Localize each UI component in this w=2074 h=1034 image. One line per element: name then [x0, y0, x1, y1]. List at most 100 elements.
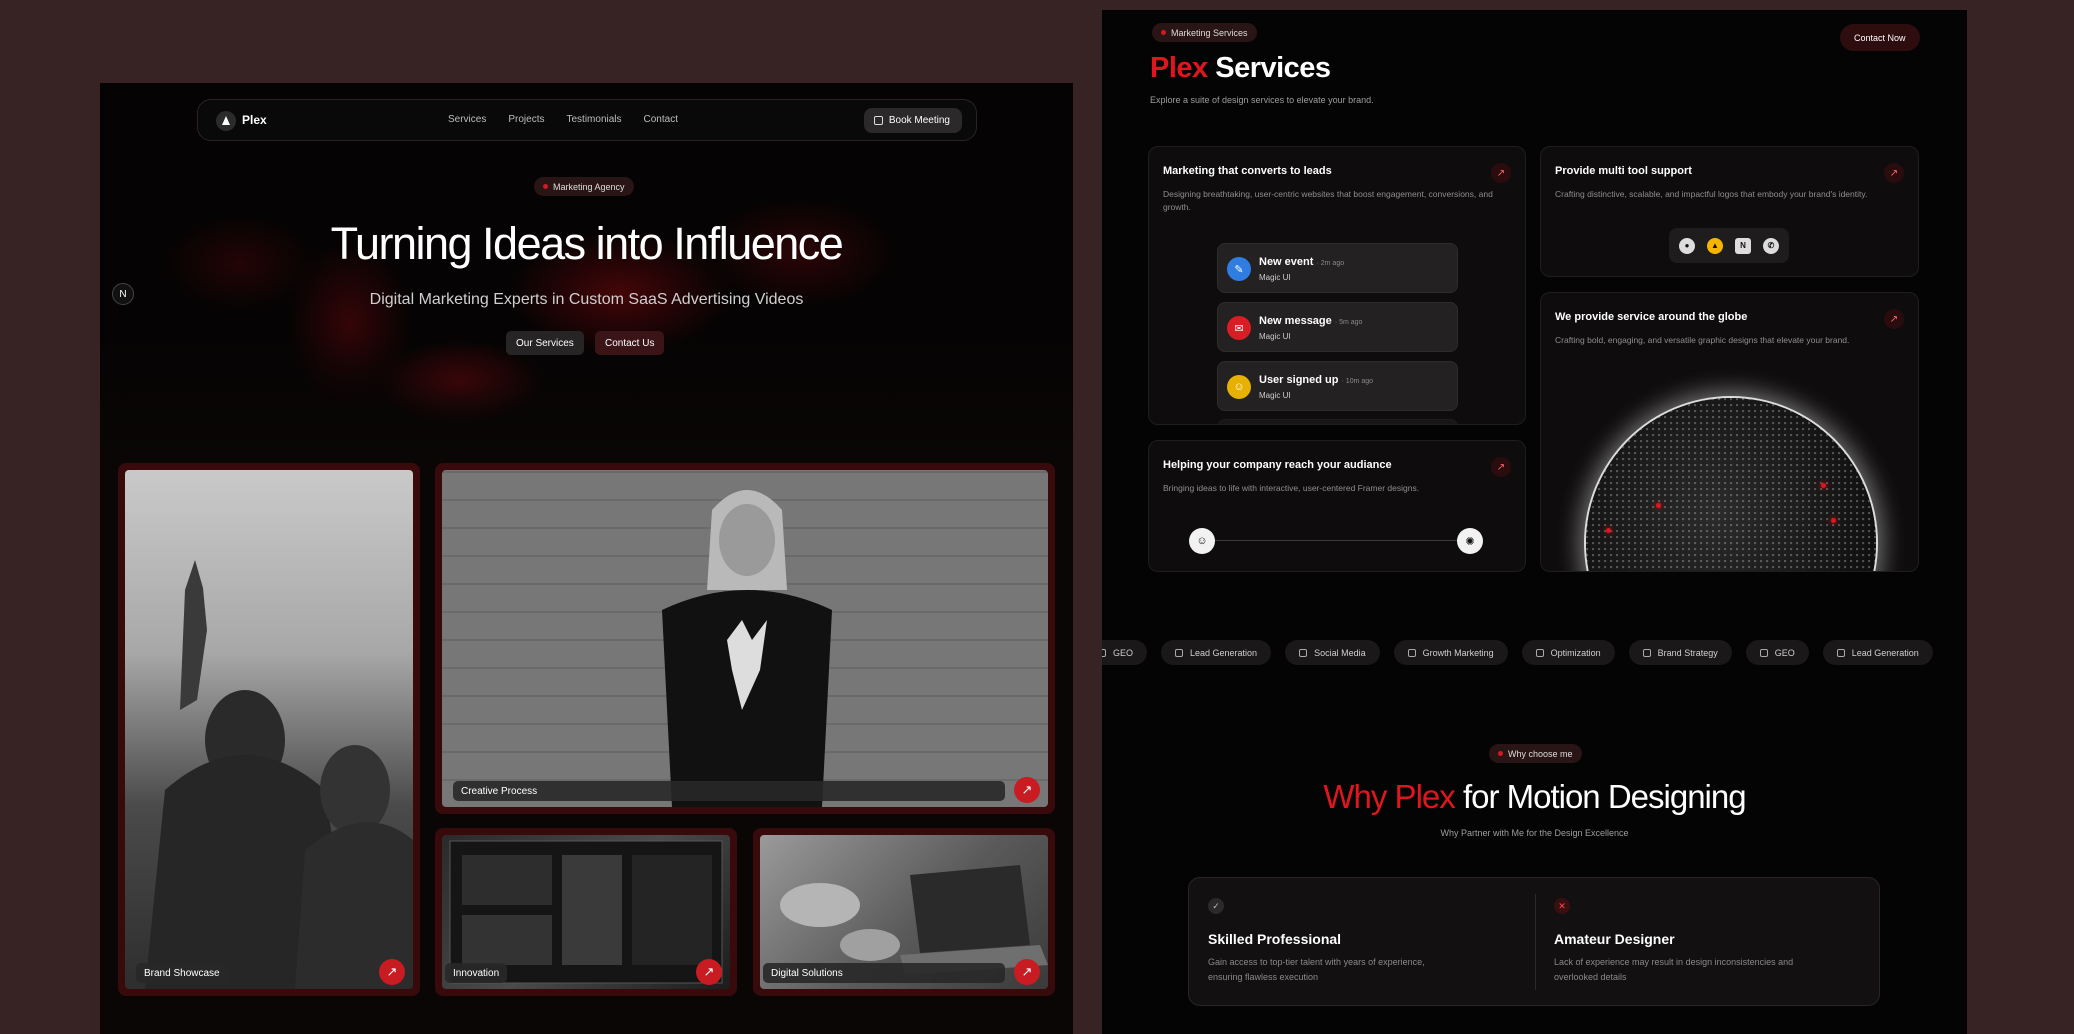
crowd-silhouette-image: [145, 560, 413, 989]
hero-title: Turning Ideas into Influence: [330, 218, 844, 269]
badge-dot-icon: [1161, 30, 1166, 35]
service-card-title: We provide service around the globe: [1555, 311, 1748, 323]
card-label: Creative Process: [453, 781, 1005, 801]
lead-generation-icon: [1836, 648, 1845, 657]
badge-dot-icon: [1498, 751, 1503, 756]
arrow-up-right-icon[interactable]: ↗: [1491, 457, 1511, 477]
nav-link-testimonials[interactable]: Testimonials: [566, 114, 621, 125]
calendar-icon: [873, 116, 883, 125]
service-card-title: Provide multi tool support: [1555, 165, 1692, 177]
why-badge: Why choose me: [1489, 744, 1582, 763]
project-image: [125, 470, 413, 989]
n-logo-icon[interactable]: N: [112, 283, 134, 305]
why-subtitle: Why Partner with Me for the Design Excel…: [1440, 828, 1629, 838]
landing-page: Plex Services Projects Testimonials Cont…: [100, 83, 1073, 1034]
ticker-chip: Lead Generation: [1822, 640, 1933, 665]
arrow-up-right-icon[interactable]: ↗: [379, 959, 405, 985]
badge-dot-icon: [543, 184, 548, 189]
brand-name[interactable]: Plex: [242, 113, 267, 127]
service-card-leads[interactable]: Marketing that converts to leads Designi…: [1148, 146, 1526, 425]
service-card-tools[interactable]: Provide multi tool support Crafting dist…: [1540, 146, 1919, 277]
x-icon: ✕: [1554, 898, 1570, 914]
ticker-chip: GEO: [1102, 640, 1148, 665]
tool-icons: ● ▲ N ✆: [1669, 228, 1789, 263]
ticker-chip: Brand Strategy: [1628, 640, 1732, 665]
our-services-button[interactable]: Our Services: [506, 331, 584, 355]
geo-icon: [1759, 648, 1768, 657]
nav-link-services[interactable]: Services: [448, 114, 486, 125]
project-card-innovation[interactable]: Innovation ↗: [435, 828, 737, 996]
ticker-chip: Optimization: [1521, 640, 1615, 665]
card-label: Innovation: [445, 963, 508, 983]
notification-item: ✎ New event · 2m ago Magic UI: [1217, 243, 1458, 293]
services-subtitle: Explore a suite of design services to el…: [1150, 95, 1374, 105]
nav-link-projects[interactable]: Projects: [508, 114, 544, 125]
growth-marketing-icon: [1407, 648, 1416, 657]
service-card-desc: Crafting bold, engaging, and versatile g…: [1555, 335, 1850, 345]
check-icon: ✓: [1208, 898, 1224, 914]
comparison-card: ✓ Skilled Professional Gain access to to…: [1188, 877, 1880, 1006]
notion-icon[interactable]: N: [1735, 237, 1751, 254]
service-card-desc: Designing breathtaking, user-centric web…: [1163, 189, 1493, 212]
card-label: Digital Solutions: [763, 963, 1005, 983]
social-media-icon: [1299, 648, 1308, 657]
notification-item: ☺ User signed up · 10m ago Magic UI: [1217, 361, 1458, 411]
model-portrait-image: [662, 490, 832, 807]
logo-icon[interactable]: [216, 111, 236, 131]
connection-line: [1204, 540, 1474, 541]
service-card-title: Marketing that converts to leads: [1163, 165, 1332, 177]
divider: [1535, 894, 1536, 990]
ticker-chip: Growth Marketing: [1393, 640, 1508, 665]
google-drive-icon[interactable]: ▲: [1707, 237, 1723, 254]
book-meeting-button[interactable]: Book Meeting: [863, 108, 962, 133]
notification-item: [1217, 419, 1458, 424]
chat-icon: ✉: [1227, 316, 1251, 340]
whatsapp-icon[interactable]: ✆: [1763, 237, 1779, 254]
project-card-creative-process[interactable]: Creative Process ↗: [435, 463, 1055, 814]
hero-badge: Marketing Agency: [534, 177, 634, 196]
service-card-desc: Crafting distinctive, scalable, and impa…: [1555, 189, 1868, 199]
contact-us-button[interactable]: Contact Us: [595, 331, 665, 355]
service-card-title: Helping your company reach your audiance: [1163, 459, 1392, 471]
user-icon: ☺: [1227, 375, 1251, 399]
services-page: Marketing Services Contact Now Plex Serv…: [1102, 10, 1967, 1034]
arrow-up-right-icon[interactable]: ↗: [1491, 163, 1511, 183]
hero-subtitle: Digital Marketing Experts in Custom SaaS…: [369, 291, 804, 308]
amateur-designer-column: ✕ Amateur Designer Lack of experience ma…: [1554, 898, 1804, 985]
card-label: Brand Showcase: [136, 963, 228, 983]
service-card-audience[interactable]: Helping your company reach your audiance…: [1148, 440, 1526, 572]
why-title: Why Plex for Motion Designing: [1323, 778, 1746, 815]
service-card-desc: Bringing ideas to life with interactive,…: [1163, 483, 1420, 493]
ticker-chip: GEO: [1745, 640, 1809, 665]
ticker-chip: Lead Generation: [1161, 640, 1272, 665]
globe-icon: [1586, 398, 1876, 571]
services-title: Plex Services: [1150, 52, 1331, 84]
nav-links: Services Projects Testimonials Contact: [448, 114, 678, 125]
arrow-up-right-icon[interactable]: ↗: [1884, 163, 1904, 183]
service-card-globe[interactable]: We provide service around the globe Craf…: [1540, 292, 1919, 572]
services-ticker: GEO Lead Generation Social Media Growth …: [1102, 640, 1967, 665]
arrow-up-right-icon[interactable]: ↗: [1014, 777, 1040, 803]
arrow-up-right-icon[interactable]: ↗: [696, 959, 722, 985]
optimization-icon: [1535, 648, 1544, 657]
github-icon[interactable]: ●: [1679, 237, 1695, 254]
lead-generation-icon: [1175, 648, 1184, 657]
geo-icon: [1102, 648, 1106, 657]
project-image: [442, 470, 1048, 807]
nav-link-contact[interactable]: Contact: [644, 114, 678, 125]
arrow-up-right-icon[interactable]: ↗: [1884, 309, 1904, 329]
arrow-up-right-icon[interactable]: ↗: [1014, 959, 1040, 985]
user-icon: ☺: [1189, 528, 1215, 554]
navbar: Plex Services Projects Testimonials Cont…: [197, 99, 977, 141]
openai-icon: ✺: [1457, 528, 1483, 554]
calendar-icon: ✎: [1227, 257, 1251, 281]
contact-now-button[interactable]: Contact Now: [1840, 24, 1920, 51]
services-badge: Marketing Services: [1152, 23, 1257, 42]
notification-item: ✉ New message · 5m ago Magic UI: [1217, 302, 1458, 352]
ticker-chip: Social Media: [1285, 640, 1380, 665]
skilled-professional-column: ✓ Skilled Professional Gain access to to…: [1208, 898, 1458, 985]
brand-strategy-icon: [1642, 648, 1651, 657]
project-card-digital-solutions[interactable]: Digital Solutions ↗: [753, 828, 1055, 996]
project-card-brand-showcase[interactable]: Brand Showcase ↗: [118, 463, 420, 996]
book-meeting-label: Book Meeting: [888, 115, 950, 126]
